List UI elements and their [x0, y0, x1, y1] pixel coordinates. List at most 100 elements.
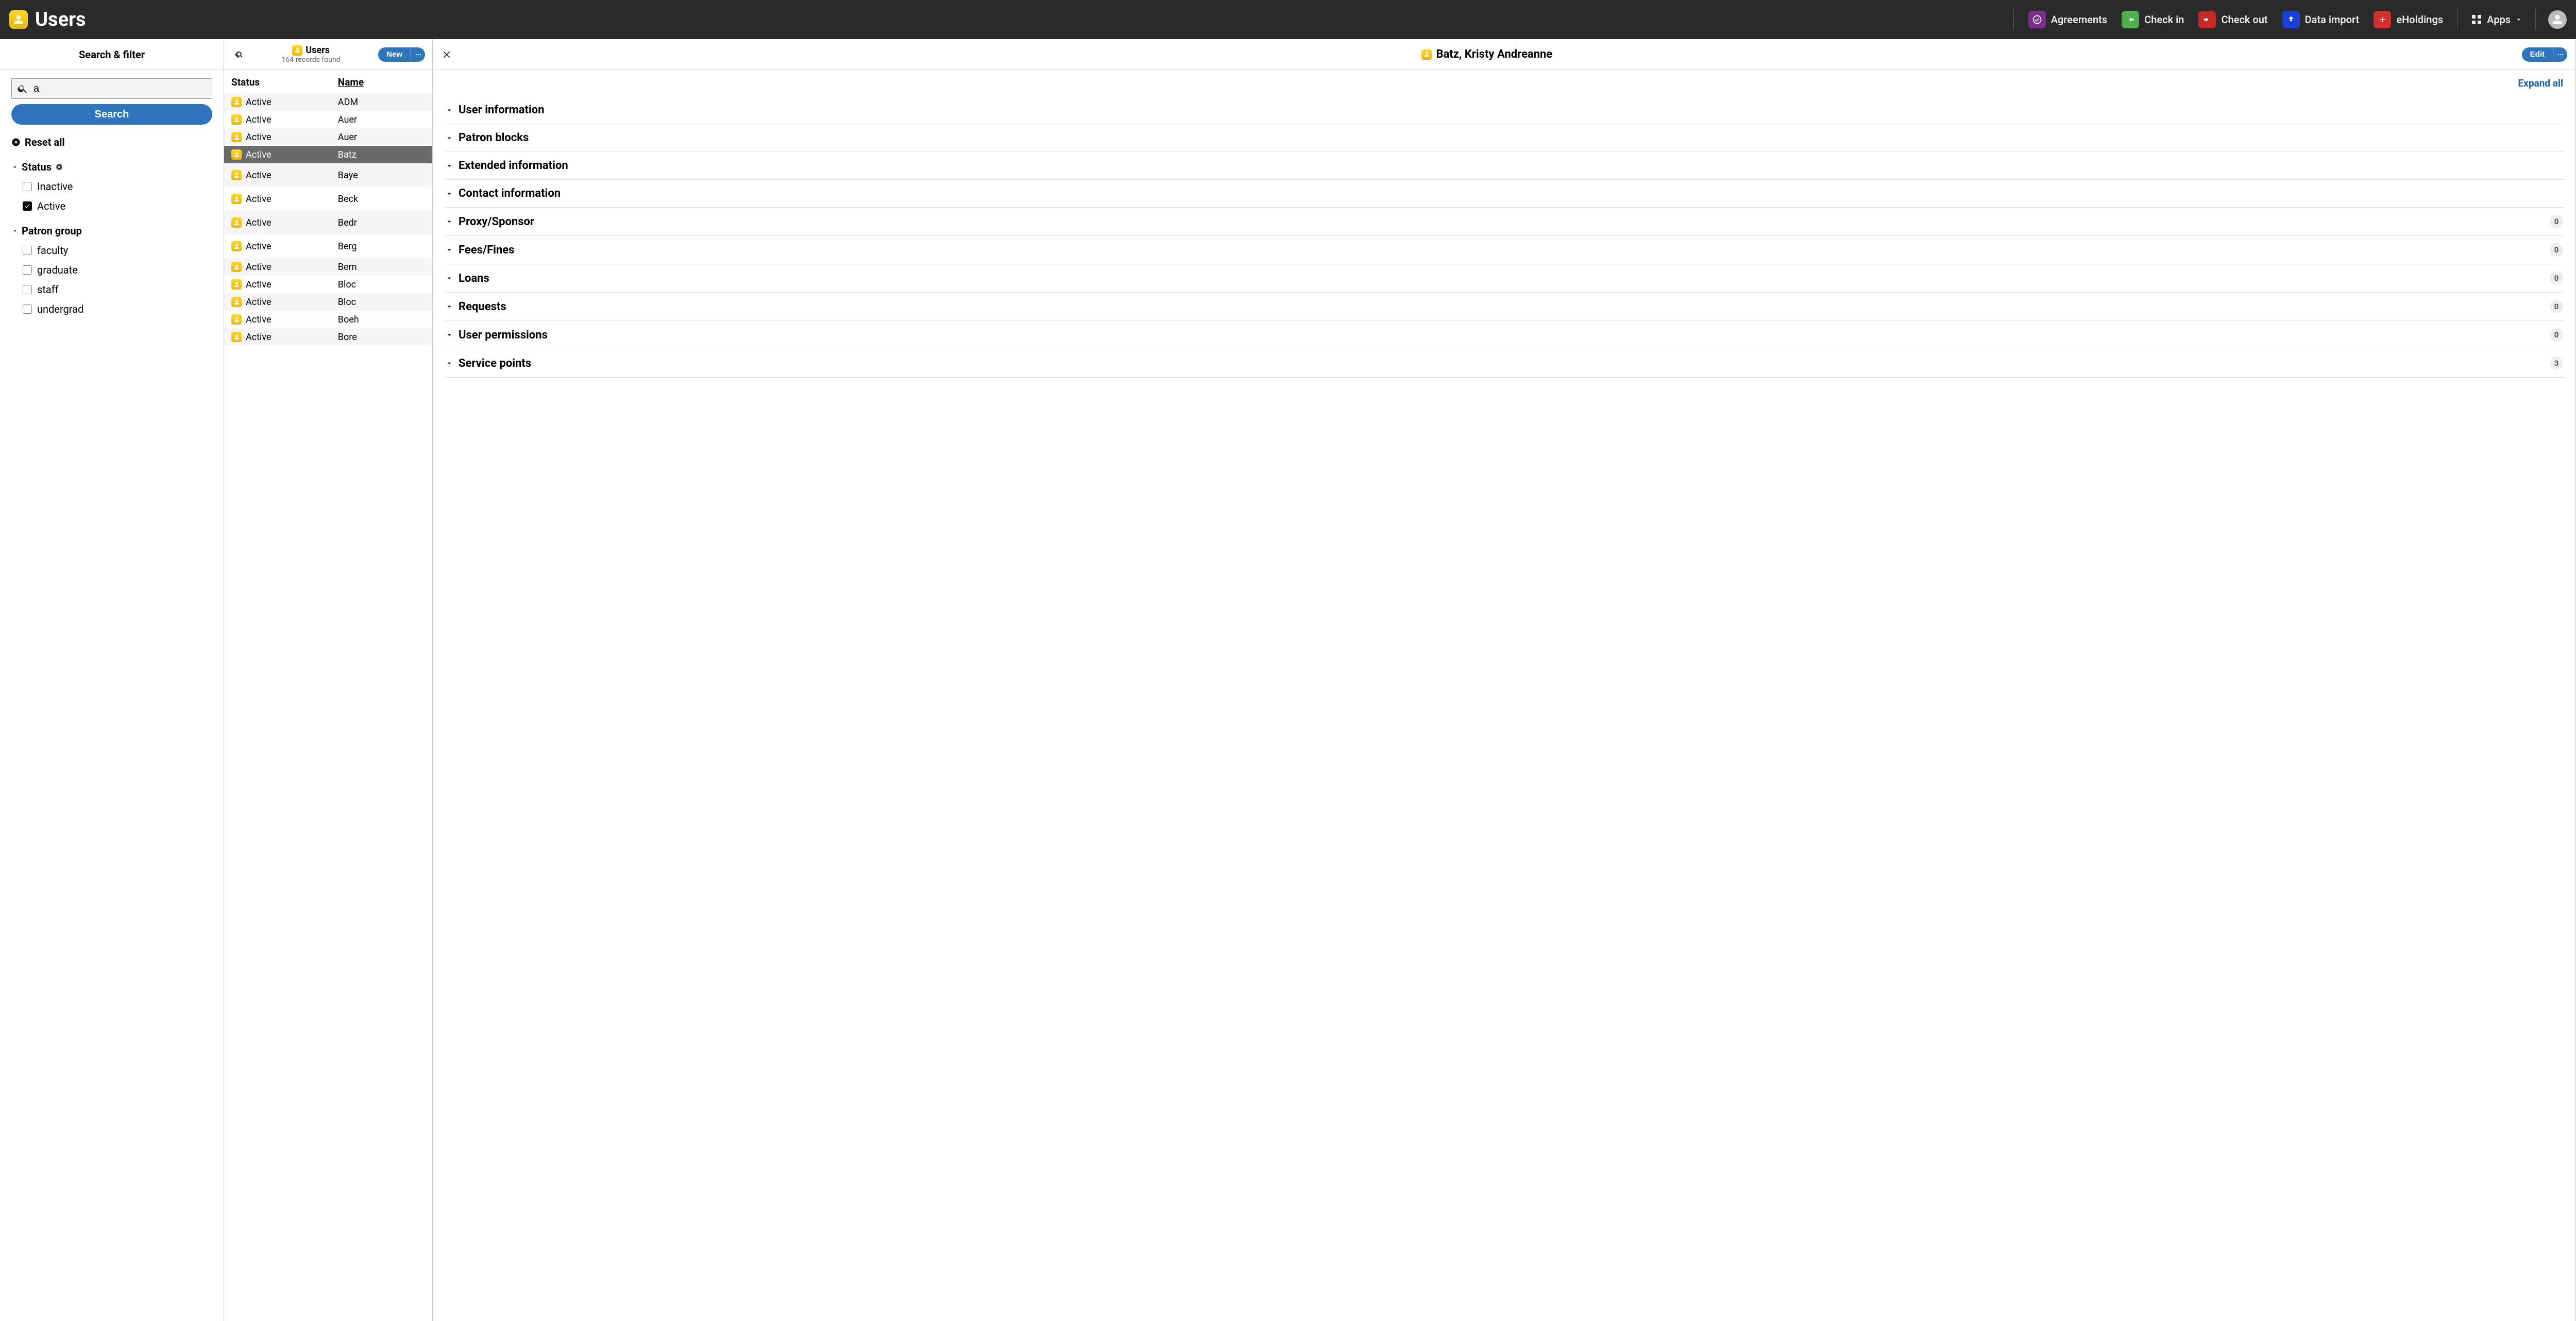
filter-status-header[interactable]: Status	[11, 161, 212, 173]
edit-button[interactable]: Edit	[2522, 47, 2553, 62]
result-row[interactable]: ActiveBloc	[224, 293, 432, 311]
nav-agreements[interactable]: Agreements	[2021, 11, 2115, 28]
accordion-section[interactable]: Service points3	[445, 349, 2563, 378]
result-row[interactable]: ActiveBaye	[224, 163, 432, 187]
filter-option[interactable]: Active	[23, 200, 212, 212]
filter-pane: Search & filter Search Reset all Status …	[0, 39, 224, 1321]
filter-patrongroup-header[interactable]: Patron group	[11, 225, 212, 237]
search-button[interactable]: Search	[11, 104, 212, 125]
checkbox[interactable]	[23, 265, 32, 275]
accordion-section[interactable]: Loans0	[445, 264, 2563, 293]
filter-option[interactable]: Inactive	[23, 180, 212, 193]
result-row[interactable]: ActiveBern	[224, 258, 432, 276]
checkbox[interactable]	[23, 246, 32, 255]
result-row[interactable]: ActiveBeck	[224, 187, 432, 211]
result-row[interactable]: ActiveAuer	[224, 111, 432, 128]
accordion-label: Fees/Fines	[459, 244, 2545, 257]
row-status-text: Active	[246, 149, 272, 160]
row-status-text: Active	[246, 97, 272, 108]
divider	[2535, 9, 2536, 30]
chevron-down-icon	[445, 134, 453, 142]
result-row[interactable]: ActiveBoeh	[224, 311, 432, 328]
results-subtitle: 164 records found	[249, 56, 373, 64]
accordion-section[interactable]: Patron blocks	[445, 124, 2563, 152]
accordion-badge: 0	[2550, 300, 2563, 313]
accordion-section[interactable]: Proxy/Sponsor0	[445, 208, 2563, 236]
new-button-more[interactable]	[411, 47, 425, 62]
apps-menu-button[interactable]: Apps	[2465, 13, 2528, 26]
user-row-icon	[231, 279, 242, 290]
filter-option[interactable]: graduate	[23, 264, 212, 276]
checkin-icon	[2122, 11, 2139, 28]
reset-icon	[11, 138, 21, 147]
result-row[interactable]: ActiveBedr	[224, 211, 432, 234]
accordion-label: User permissions	[459, 329, 2545, 342]
edit-button-more[interactable]	[2553, 47, 2567, 62]
column-status[interactable]: Status	[231, 76, 338, 88]
checkbox[interactable]	[23, 182, 32, 191]
filter-option[interactable]: faculty	[23, 244, 212, 257]
row-name: Boeh	[338, 314, 425, 325]
checkbox[interactable]	[23, 201, 32, 211]
clear-status-filter-icon[interactable]	[56, 163, 63, 171]
accordion-section[interactable]: Contact information	[445, 180, 2563, 208]
row-status: Active	[231, 149, 338, 160]
filter-option[interactable]: undergrad	[23, 303, 212, 315]
chevron-down-icon	[445, 217, 453, 226]
accordion-label: Service points	[459, 357, 2545, 370]
accordion: User information Patron blocks Extended in…	[433, 96, 2575, 390]
accordion-label: Extended information	[459, 159, 2563, 172]
reset-all-button[interactable]: Reset all	[11, 136, 212, 148]
close-icon[interactable]	[441, 49, 452, 60]
row-name: Baye	[338, 170, 425, 181]
user-row-icon	[231, 170, 242, 180]
row-status: Active	[231, 132, 338, 143]
search-input-wrap	[11, 78, 212, 99]
results-header: Users 164 records found New	[224, 39, 432, 70]
row-status: Active	[231, 262, 338, 273]
search-input[interactable]	[33, 79, 212, 98]
accordion-section[interactable]: Extended information	[445, 152, 2563, 180]
user-avatar[interactable]	[2548, 10, 2567, 29]
result-row[interactable]: ActiveBore	[224, 328, 432, 346]
filter-patrongroup-label: Patron group	[22, 225, 82, 237]
reset-all-label: Reset all	[25, 136, 65, 148]
result-row[interactable]: ActiveAuer	[224, 128, 432, 146]
apps-grid-icon	[2470, 13, 2483, 26]
row-status: Active	[231, 279, 338, 290]
result-row[interactable]: ActiveADM	[224, 93, 432, 111]
accordion-label: Patron blocks	[459, 131, 2563, 144]
column-name[interactable]: Name	[338, 76, 425, 88]
divider	[2013, 9, 2014, 30]
checkbox[interactable]	[23, 285, 32, 294]
accordion-section[interactable]: Fees/Fines0	[445, 236, 2563, 264]
collapse-search-icon[interactable]	[231, 48, 244, 61]
expand-all-button[interactable]: Expand all	[433, 70, 2575, 96]
result-row[interactable]: ActiveBerg	[224, 234, 432, 258]
search-icon	[17, 83, 28, 94]
nav-checkout-label: Check out	[2221, 13, 2267, 26]
new-button-group: New	[378, 47, 425, 62]
nav-checkin[interactable]: Check in	[2114, 11, 2191, 28]
nav-eholdings[interactable]: eHoldings	[2366, 11, 2450, 28]
result-row[interactable]: ActiveBatz	[224, 146, 432, 163]
accordion-section[interactable]: User permissions0	[445, 321, 2563, 349]
filter-option[interactable]: staff	[23, 283, 212, 296]
results-title: Users	[249, 45, 373, 56]
row-status-text: Active	[246, 332, 272, 343]
chevron-down-icon	[2515, 15, 2523, 24]
accordion-section[interactable]: Requests0	[445, 293, 2563, 321]
users-mini-icon	[292, 45, 302, 56]
filter-option-label: faculty	[37, 244, 68, 257]
dataimport-icon	[2282, 11, 2300, 28]
nav-checkout[interactable]: Check out	[2191, 11, 2275, 28]
accordion-section[interactable]: User information	[445, 96, 2563, 124]
checkbox[interactable]	[23, 304, 32, 314]
detail-pane: Batz, Kristy Andreanne Edit Expand all U…	[433, 39, 2576, 1321]
user-row-icon	[231, 149, 242, 160]
filter-option-label: undergrad	[37, 303, 83, 315]
row-name: Berg	[338, 241, 425, 252]
new-button[interactable]: New	[378, 47, 411, 62]
result-row[interactable]: ActiveBloc	[224, 276, 432, 293]
nav-dataimport[interactable]: Data import	[2275, 11, 2367, 28]
